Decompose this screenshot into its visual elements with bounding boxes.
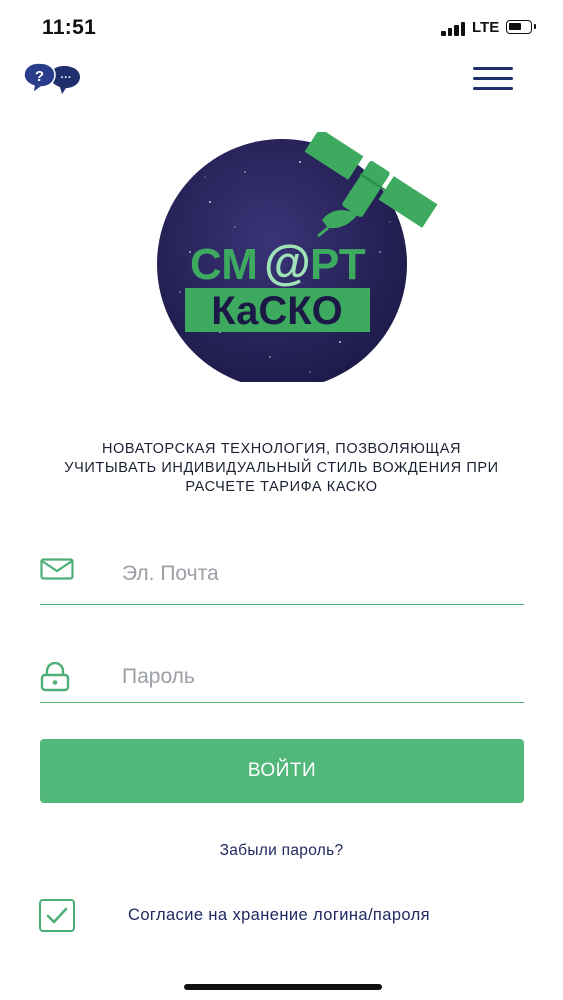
smart-kasko-logo: СМ @ РТ КаСКО — [150, 128, 440, 389]
status-bar: 11:51 LTE — [0, 0, 563, 56]
logo-at-sign: @ — [264, 237, 311, 290]
help-chat-button[interactable]: ? ··· — [22, 62, 82, 96]
checkmark-icon — [46, 907, 68, 924]
remember-label[interactable]: Согласие на хранение логина/пароля — [128, 906, 430, 925]
logo-word-smart-right: РТ — [310, 240, 366, 289]
login-button[interactable]: ВОЙТИ — [40, 739, 524, 803]
network-type: LTE — [472, 19, 500, 36]
battery-icon — [506, 20, 536, 34]
password-field — [40, 642, 524, 703]
help-glyph: ? — [35, 68, 44, 85]
tagline-line: РАСЧЕТЕ ТАРИФА КАСКО — [185, 479, 378, 495]
remember-checkbox[interactable] — [39, 899, 75, 932]
envelope-icon — [40, 558, 74, 580]
password-input[interactable] — [120, 656, 524, 698]
tagline-line: УЧИТЫВАТЬ ИНДИВИДУАЛЬНЫЙ СТИЛЬ ВОЖДЕНИЯ … — [64, 460, 499, 476]
home-indicator — [184, 984, 382, 990]
logo-word-smart-left: СМ — [190, 240, 258, 289]
chat-glyph: ··· — [61, 72, 72, 84]
help-chat-icon: ? ··· — [23, 62, 80, 95]
forgot-password-link[interactable]: Забыли пароль? — [0, 842, 563, 860]
email-field — [40, 544, 524, 605]
email-input[interactable] — [120, 553, 524, 595]
lock-icon — [40, 662, 70, 692]
signal-icon — [441, 22, 469, 36]
tagline: НОВАТОРСКАЯ ТЕХНОЛОГИЯ, ПОЗВОЛЯЮЩАЯ УЧИТ… — [20, 440, 543, 497]
menu-button[interactable] — [470, 64, 516, 94]
logo-word-kasko: КаСКО — [211, 289, 343, 333]
status-time: 11:51 — [42, 16, 97, 39]
tagline-line: НОВАТОРСКАЯ ТЕХНОЛОГИЯ, ПОЗВОЛЯЮЩАЯ — [101, 441, 462, 457]
